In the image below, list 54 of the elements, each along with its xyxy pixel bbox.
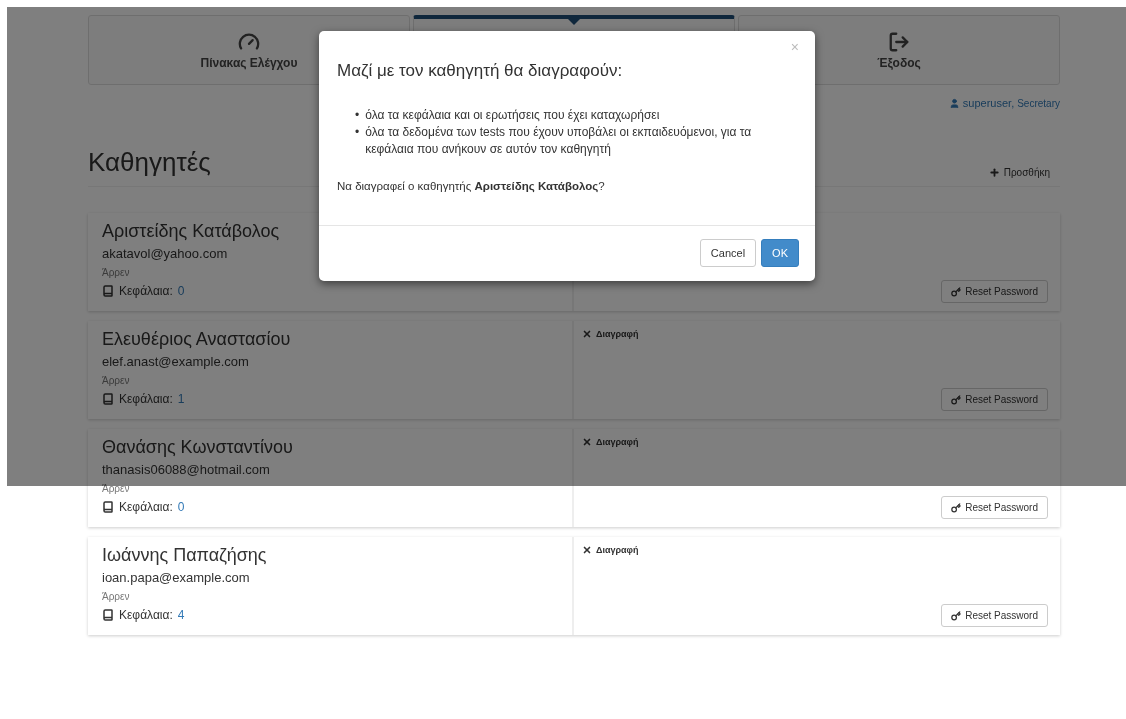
chapters-label: Κεφάλαια: [119, 500, 173, 514]
delete-link[interactable]: Διαγραφή [582, 329, 1048, 339]
teacher-name: Ελευθέριος Αναστασίου [102, 328, 292, 351]
chapters-count[interactable]: 4 [177, 608, 185, 622]
key-icon [951, 502, 962, 513]
close-icon [582, 329, 592, 339]
reset-password-button[interactable]: Reset Password [941, 496, 1048, 519]
close-icon [582, 437, 592, 447]
dialog-list-item: όλα τα κεφάλαια και οι ερωτήσεις που έχει καταχωρήσει [365, 107, 661, 124]
key-icon [951, 394, 962, 405]
user-icon [948, 97, 960, 109]
dialog-question: Να διαγραφεί ο καθηγητής Αριστείδης Κατάβολος? [337, 180, 606, 192]
reset-password-button[interactable]: Reset Password [941, 280, 1048, 303]
teacher-gender: Άρρεν [102, 267, 131, 278]
book-icon [102, 609, 114, 621]
chapters-count[interactable]: 1 [177, 392, 185, 406]
chapters-label: Κεφάλαια: [119, 284, 173, 298]
teacher-name: Αριστείδης Κατάβολος [102, 220, 281, 243]
teacher-name: Ιωάννης Παπαζήσης [102, 544, 268, 567]
dialog-button[interactable]: Cancel [699, 239, 757, 267]
teacher-gender: Άρρεν [102, 483, 131, 494]
logout-icon [888, 30, 910, 53]
tab-label: Πίνακας Ελέγχου [200, 55, 298, 70]
book-icon [102, 501, 114, 513]
delete-link[interactable]: Διαγραφή [582, 437, 1048, 447]
chapters-count[interactable]: 0 [177, 284, 185, 298]
teacher-name: Θανάσης Κωνσταντίνου [102, 436, 294, 459]
bullet: • [355, 107, 360, 124]
book-icon [102, 393, 114, 405]
chapters-count[interactable]: 0 [177, 500, 185, 514]
teacher-gender: Άρρεν [102, 591, 131, 602]
key-icon [951, 286, 962, 297]
chapters-label: Κεφάλαια: [119, 608, 173, 622]
add-link[interactable]: Προσθήκη [988, 167, 1050, 178]
delete-link[interactable]: Διαγραφή [582, 545, 1048, 555]
reset-password-button[interactable]: Reset Password [941, 604, 1048, 627]
user-role: Secretary [1017, 97, 1060, 109]
chapters-label: Κεφάλαια: [119, 392, 173, 406]
reset-password-button[interactable]: Reset Password [941, 388, 1048, 411]
key-icon [951, 610, 962, 621]
bullet: • [355, 124, 360, 141]
page-heading: Καθηγητές [88, 147, 211, 178]
teacher-gender: Άρρεν [102, 375, 131, 386]
book-icon [102, 285, 114, 297]
dialog-button[interactable]: OK [761, 239, 799, 267]
dialog-list-item: όλα τα δεδομένα των tests που έχουν υποβάλει οι εκπαιδευόμενοι, για τα κεφάλαια που ανήκουν σε αυτόν τον καθηγητή [365, 124, 753, 158]
teacher-email: thanasis06088@hotmail.com [102, 462, 271, 477]
plus-icon [988, 167, 1000, 178]
user-name[interactable]: superuser, [962, 97, 1015, 109]
tab-label: Έξοδος [877, 55, 921, 70]
teacher-email: akatavol@yahoo.com [102, 246, 229, 261]
teacher-email: elef.anast@example.com [102, 354, 250, 369]
close-icon [582, 545, 592, 555]
teacher-email: ioan.papa@example.com [102, 570, 251, 585]
